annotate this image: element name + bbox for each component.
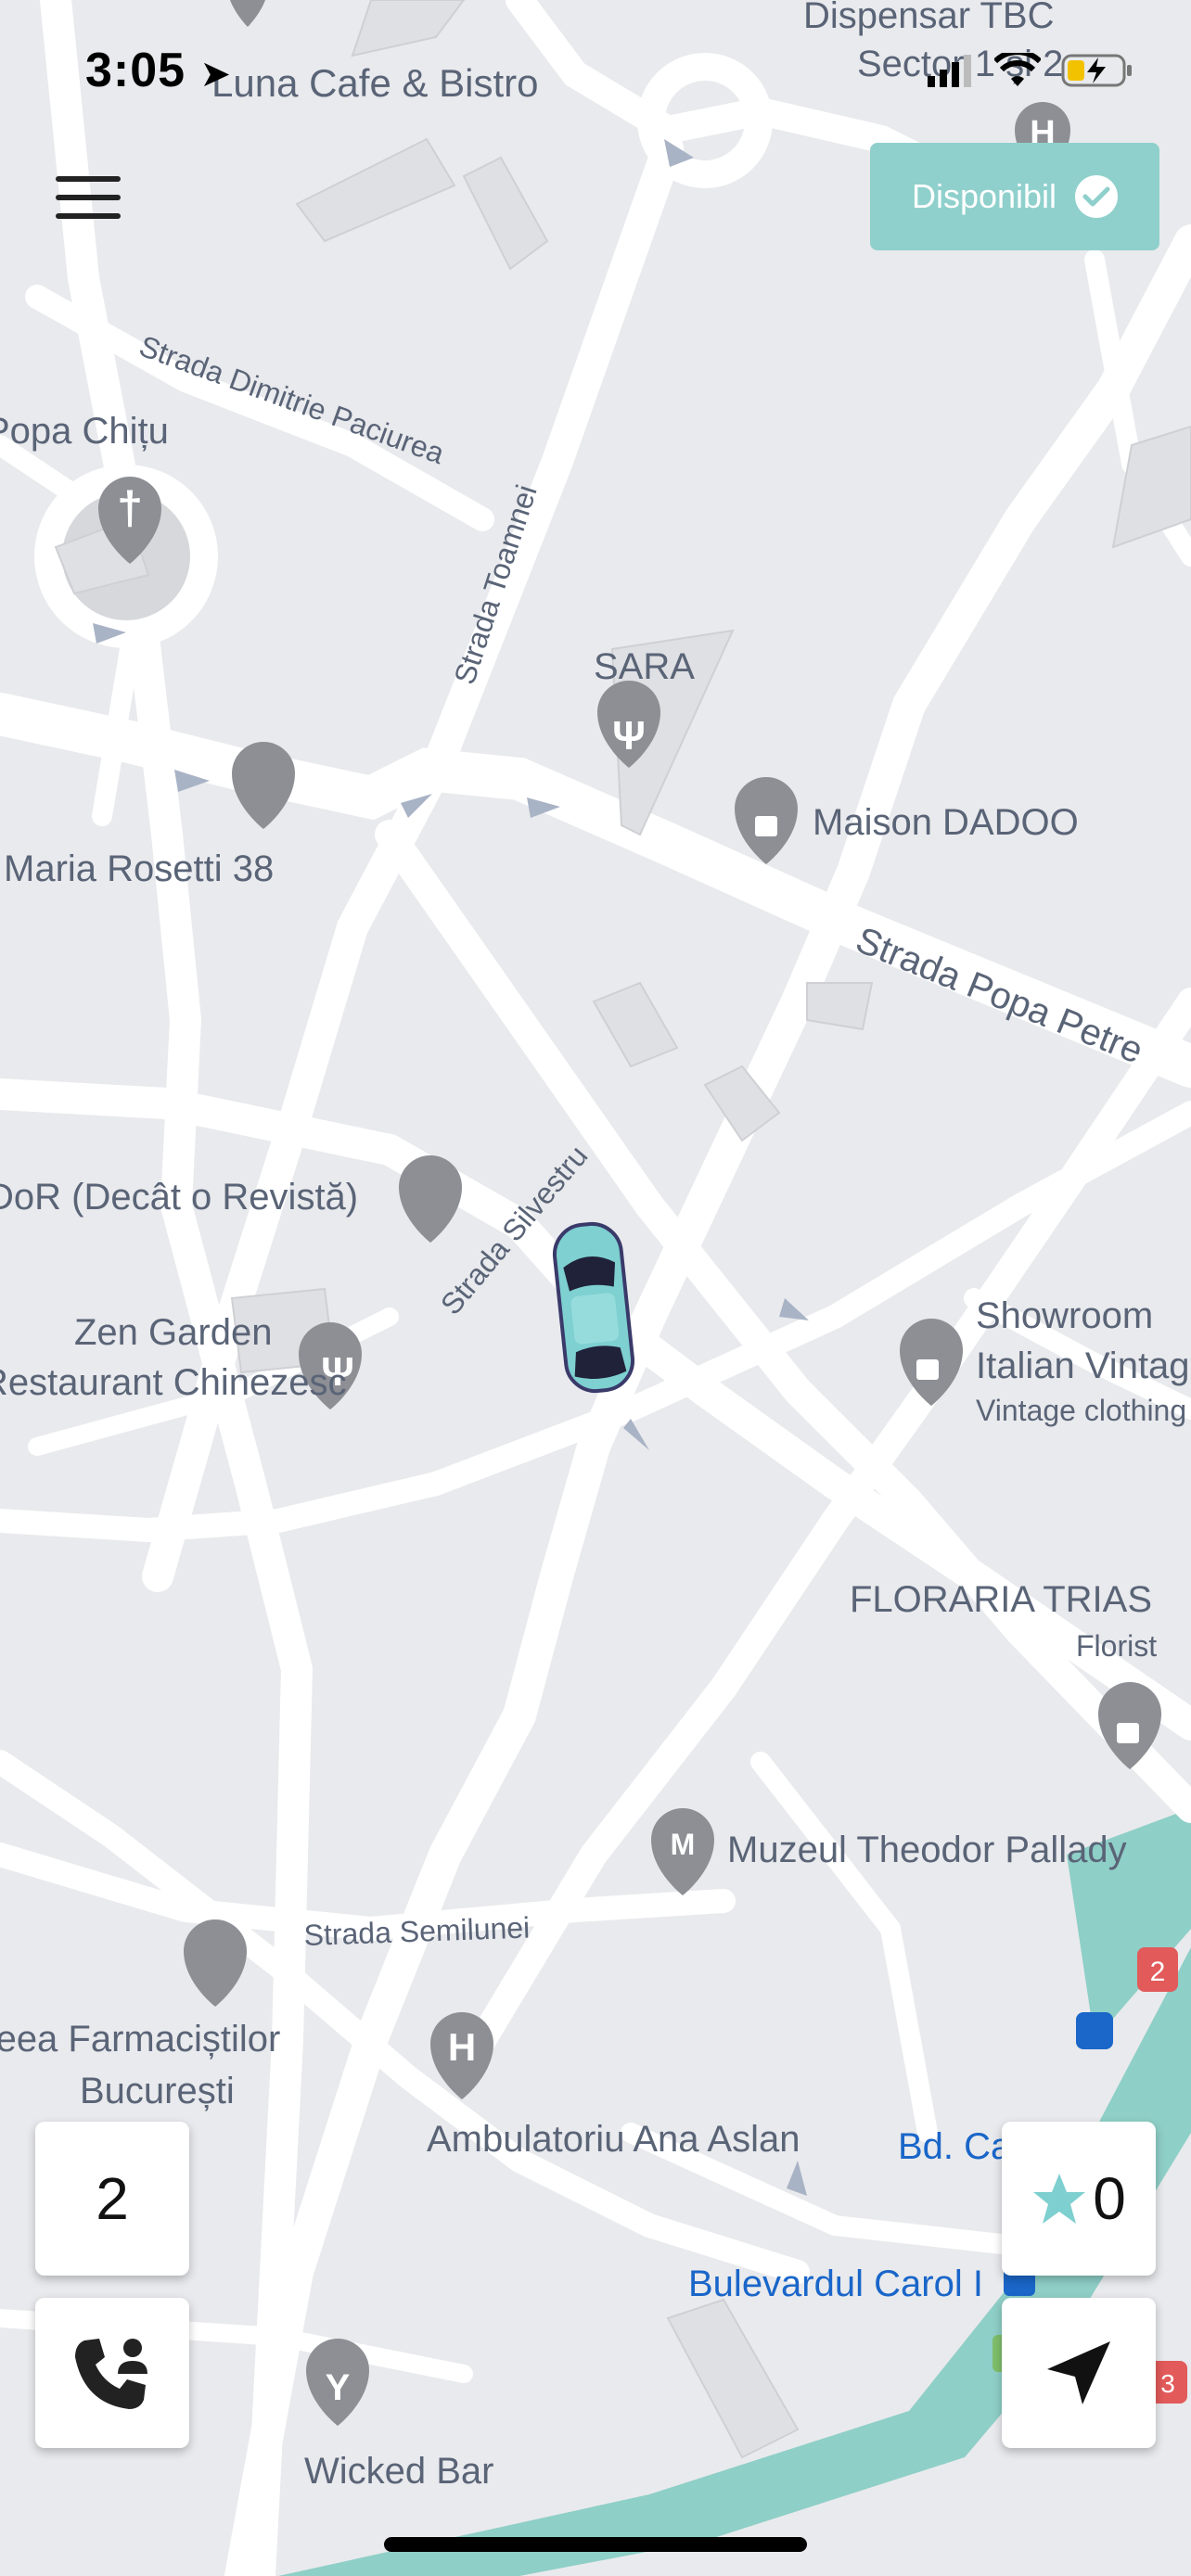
status-time-text: 3:05 xyxy=(85,44,186,97)
svg-text:†: † xyxy=(117,482,143,534)
place-label[interactable]: Showroom xyxy=(976,1295,1153,1336)
place-label[interactable]: Restaurant Chinezesc xyxy=(0,1362,347,1403)
rating-count: 0 xyxy=(1093,2165,1126,2232)
place-label[interactable]: Wicked Bar xyxy=(304,2451,494,2492)
check-icon xyxy=(1075,175,1119,218)
place-label[interactable]: Zen Garden xyxy=(74,1312,272,1353)
svg-text:Ψ: Ψ xyxy=(612,713,646,759)
orders-count-button[interactable]: 2 xyxy=(35,2122,189,2276)
menu-bar xyxy=(56,176,121,182)
battery-charging-icon xyxy=(1061,54,1132,87)
place-label[interactable]: Maison DADOO xyxy=(813,802,1079,843)
svg-text:M: M xyxy=(671,1828,696,1861)
place-label[interactable]: Bulevardul Carol I xyxy=(688,2264,983,2304)
star-icon xyxy=(1033,2174,1086,2224)
call-dispatcher-button[interactable] xyxy=(35,2298,189,2448)
signal-icon xyxy=(928,55,971,87)
place-label[interactable]: SARA xyxy=(594,646,695,687)
location-arrow-icon: ➤ xyxy=(199,54,233,95)
place-label[interactable]: Aleea Farmaciștilor xyxy=(0,2019,280,2060)
place-label[interactable]: FLORARIA TRIAS xyxy=(850,1579,1152,1620)
menu-bar xyxy=(56,213,121,219)
home-indicator xyxy=(384,2537,807,2552)
place-label[interactable]: Popa Chițu xyxy=(0,411,169,452)
place-label[interactable]: Italian Vintage xyxy=(976,1345,1191,1386)
availability-label: Disponibil xyxy=(911,177,1057,215)
place-label[interactable]: Dispensar TBC xyxy=(803,0,1054,36)
orders-count: 2 xyxy=(96,2165,129,2232)
wifi-icon xyxy=(994,53,1041,86)
navigation-arrow-icon xyxy=(1047,2341,1110,2404)
availability-toggle[interactable]: Disponibil xyxy=(870,143,1159,250)
status-time: 3:05 ➤ xyxy=(85,43,232,98)
place-label[interactable]: Florist xyxy=(1076,1629,1157,1663)
svg-text:H: H xyxy=(448,2025,476,2069)
place-label[interactable]: Maria Rosetti 38 xyxy=(4,848,274,889)
svg-text:3: 3 xyxy=(1160,2369,1175,2398)
place-label[interactable]: Ambulatoriu Ana Aslan xyxy=(427,2119,800,2160)
place-label[interactable]: Muzeul Theodor Pallady xyxy=(727,1830,1127,1870)
svg-text:2: 2 xyxy=(1150,1957,1166,1987)
place-label[interactable]: Luna Cafe & Bistro xyxy=(211,61,539,105)
status-icons xyxy=(928,52,1135,89)
place-label[interactable]: Vintage clothing xyxy=(976,1394,1186,1427)
place-label[interactable]: DoR (Decât o Revistă) xyxy=(0,1177,358,1218)
phone-person-icon xyxy=(75,2339,147,2409)
svg-text:Y: Y xyxy=(326,2367,351,2408)
navigation-button[interactable] xyxy=(1002,2298,1156,2448)
menu-button[interactable] xyxy=(56,176,121,219)
menu-bar xyxy=(56,195,121,200)
place-label[interactable]: București xyxy=(80,2071,235,2111)
rating-button[interactable]: 0 xyxy=(1002,2122,1156,2276)
